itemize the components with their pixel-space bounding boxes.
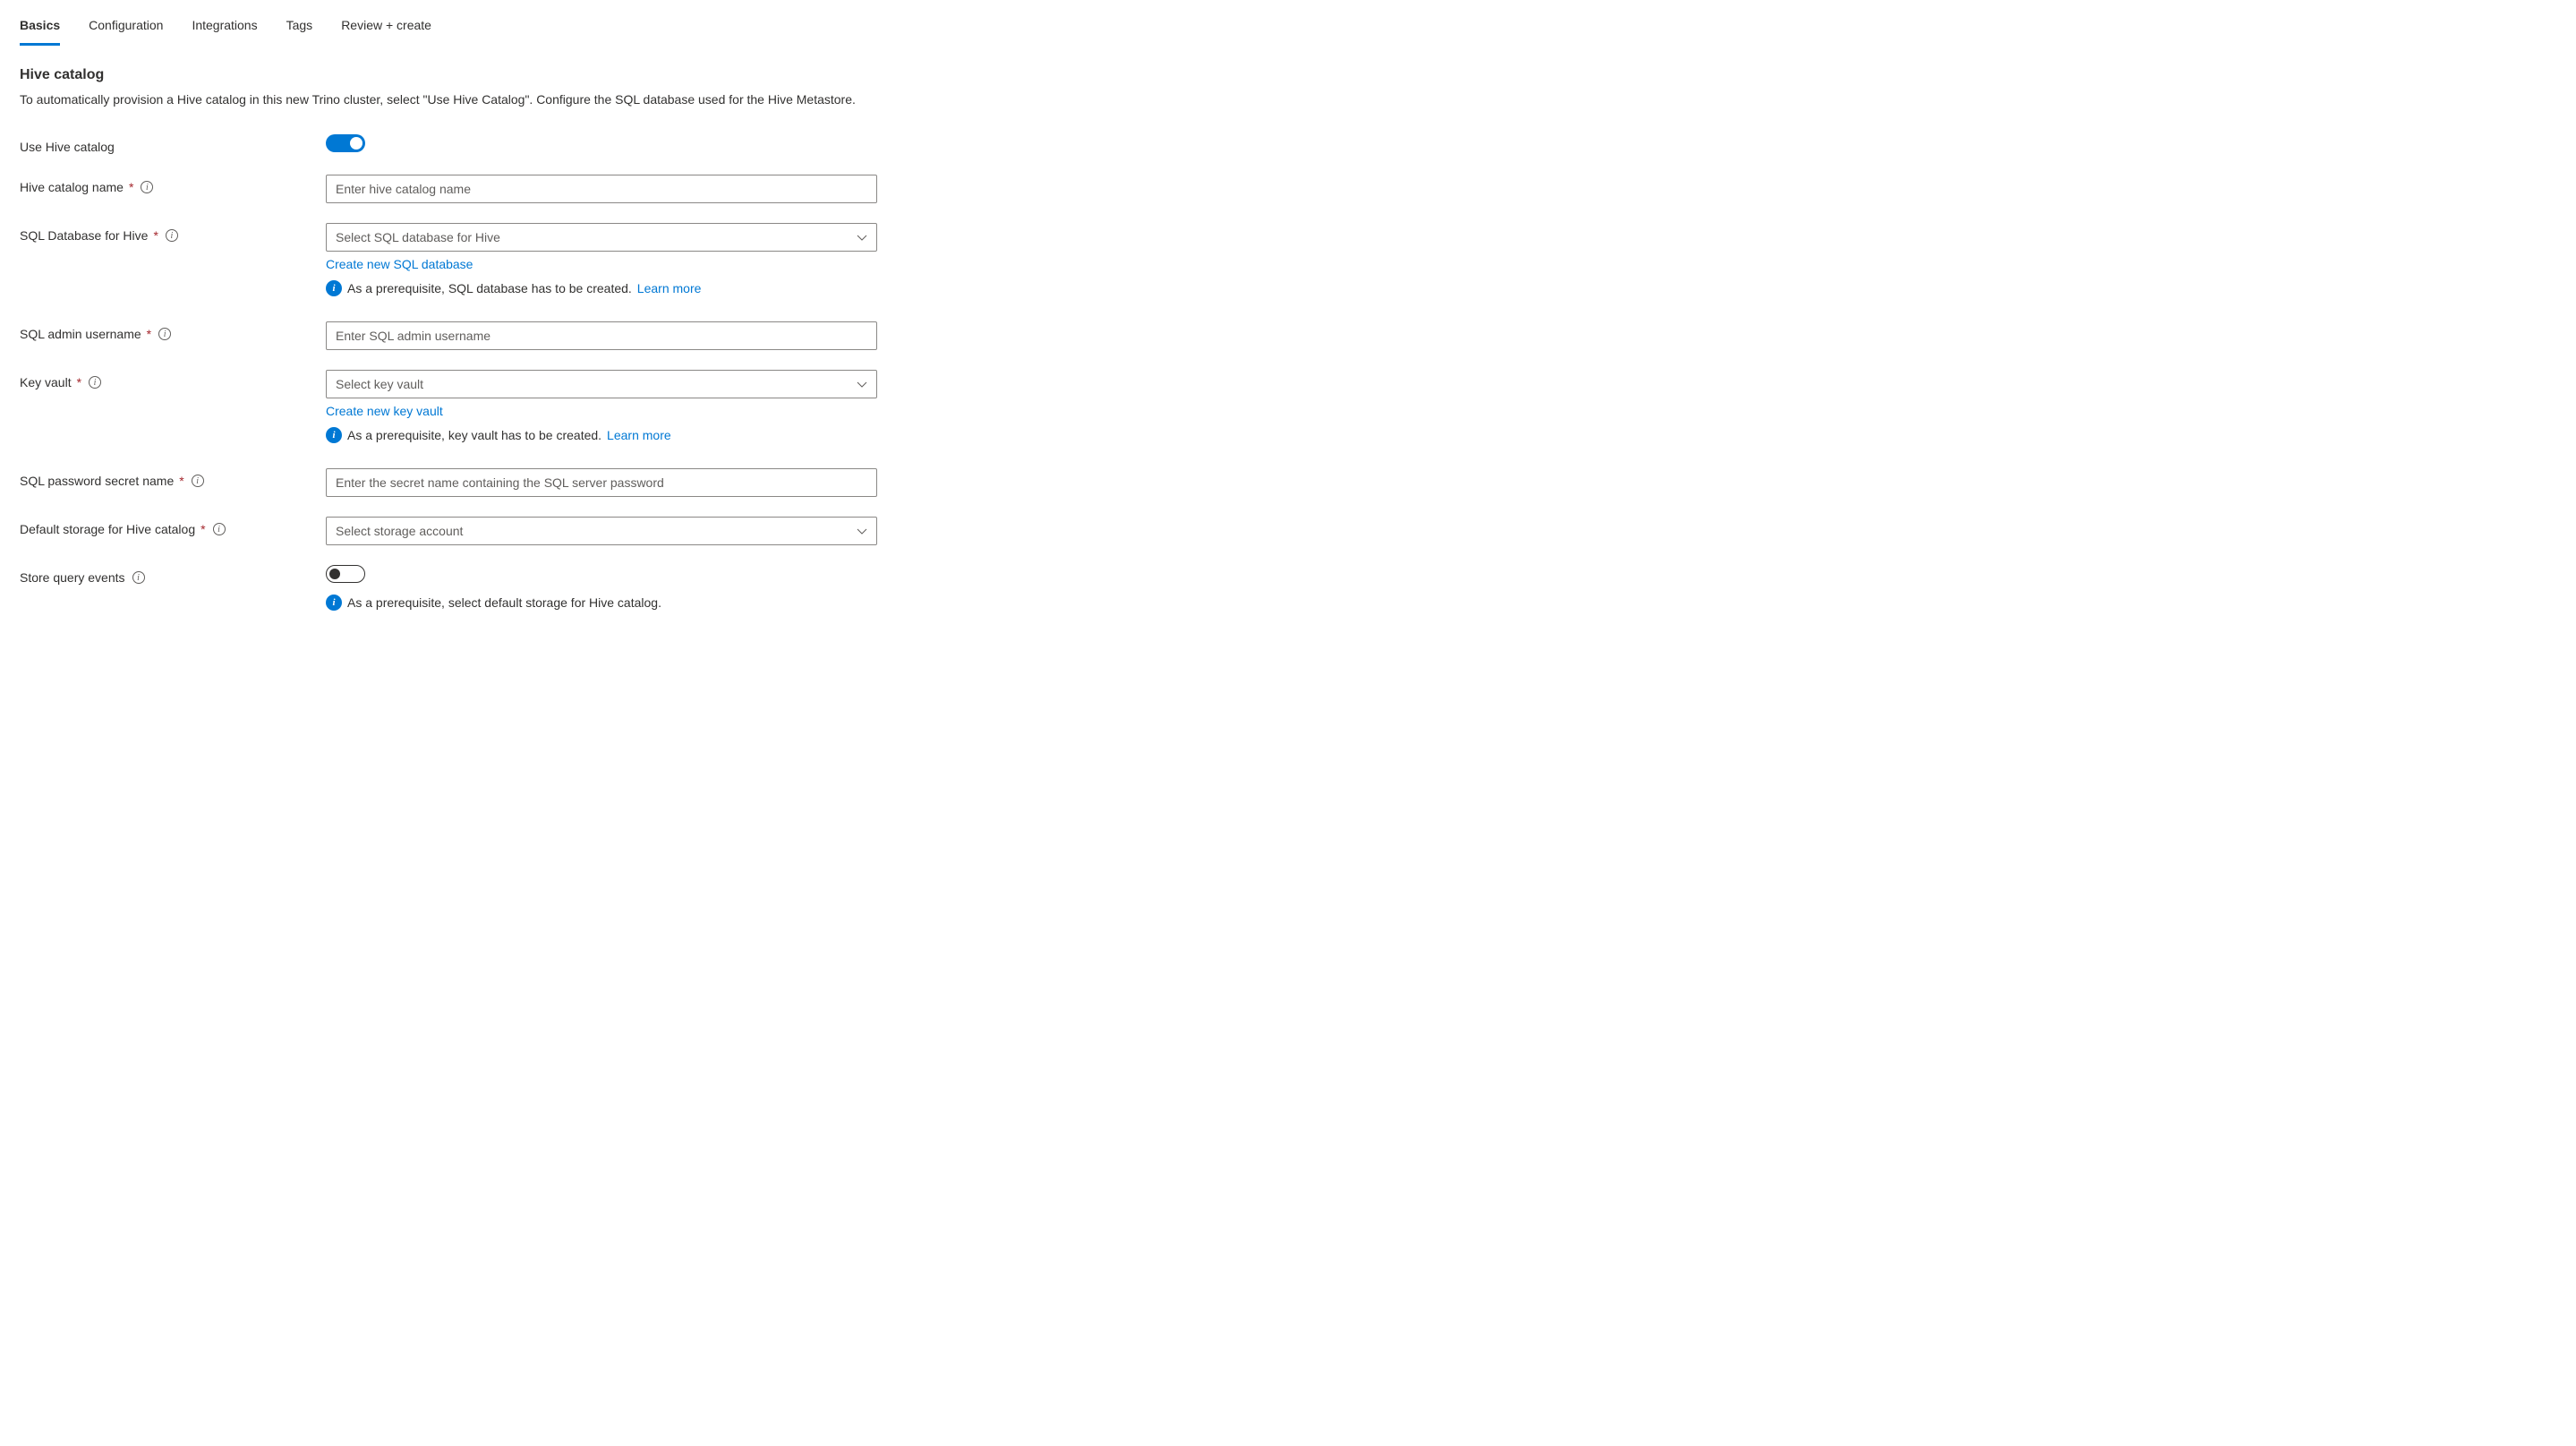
tab-integrations[interactable]: Integrations xyxy=(192,18,257,46)
default-storage-placeholder: Select storage account xyxy=(336,524,463,538)
required-marker: * xyxy=(200,522,205,536)
info-badge-icon: i xyxy=(326,427,342,443)
store-events-toggle[interactable] xyxy=(326,565,365,583)
section-title: Hive catalog xyxy=(20,67,2556,83)
kv-prereq-note: As a prerequisite, key vault has to be c… xyxy=(347,428,601,442)
store-events-label-text: Store query events xyxy=(20,570,125,585)
toggle-knob xyxy=(350,137,363,150)
secret-name-label: SQL password secret name * i xyxy=(20,468,326,488)
section-description: To automatically provision a Hive catalo… xyxy=(20,90,861,109)
catalog-name-input[interactable] xyxy=(326,175,877,203)
tab-tags[interactable]: Tags xyxy=(286,18,313,46)
info-icon[interactable]: i xyxy=(192,475,204,487)
info-badge-icon: i xyxy=(326,595,342,611)
create-key-vault-link[interactable]: Create new key vault xyxy=(326,404,443,418)
key-vault-select[interactable]: Select key vault xyxy=(326,370,877,398)
sql-db-placeholder: Select SQL database for Hive xyxy=(336,230,500,244)
sql-db-label: SQL Database for Hive * i xyxy=(20,223,326,243)
tab-configuration[interactable]: Configuration xyxy=(89,18,163,46)
create-sql-db-link[interactable]: Create new SQL database xyxy=(326,257,473,271)
kv-learn-more-link[interactable]: Learn more xyxy=(607,428,671,442)
required-marker: * xyxy=(77,375,81,389)
catalog-name-label-text: Hive catalog name xyxy=(20,180,124,194)
info-icon[interactable]: i xyxy=(158,328,171,340)
store-events-label: Store query events i xyxy=(20,565,326,585)
use-hive-label-text: Use Hive catalog xyxy=(20,140,115,154)
key-vault-label-text: Key vault xyxy=(20,375,72,389)
default-storage-label-text: Default storage for Hive catalog xyxy=(20,522,195,536)
info-icon[interactable]: i xyxy=(89,376,101,389)
info-icon[interactable]: i xyxy=(132,571,145,584)
use-hive-toggle[interactable] xyxy=(326,134,365,152)
use-hive-label: Use Hive catalog xyxy=(20,134,326,154)
sql-learn-more-link[interactable]: Learn more xyxy=(637,281,702,295)
secret-name-input[interactable] xyxy=(326,468,877,497)
chevron-down-icon xyxy=(857,379,867,389)
sql-db-label-text: SQL Database for Hive xyxy=(20,228,148,243)
chevron-down-icon xyxy=(857,232,867,243)
chevron-down-icon xyxy=(857,526,867,536)
required-marker: * xyxy=(129,180,133,194)
toggle-knob xyxy=(329,569,340,579)
tab-basics[interactable]: Basics xyxy=(20,18,60,46)
info-icon[interactable]: i xyxy=(213,523,226,535)
sql-admin-input[interactable] xyxy=(326,321,877,350)
tab-review-create[interactable]: Review + create xyxy=(341,18,431,46)
storage-prereq-note: As a prerequisite, select default storag… xyxy=(347,595,661,610)
sql-prereq-note: As a prerequisite, SQL database has to b… xyxy=(347,281,632,295)
info-badge-icon: i xyxy=(326,280,342,296)
default-storage-select[interactable]: Select storage account xyxy=(326,517,877,545)
info-icon[interactable]: i xyxy=(141,181,153,193)
sql-admin-label: SQL admin username * i xyxy=(20,321,326,341)
sql-db-select[interactable]: Select SQL database for Hive xyxy=(326,223,877,252)
required-marker: * xyxy=(153,228,158,243)
tab-bar: Basics Configuration Integrations Tags R… xyxy=(20,18,2556,46)
required-marker: * xyxy=(147,327,151,341)
secret-name-label-text: SQL password secret name xyxy=(20,474,174,488)
key-vault-placeholder: Select key vault xyxy=(336,377,423,391)
sql-admin-label-text: SQL admin username xyxy=(20,327,141,341)
key-vault-label: Key vault * i xyxy=(20,370,326,389)
default-storage-label: Default storage for Hive catalog * i xyxy=(20,517,326,536)
catalog-name-label: Hive catalog name * i xyxy=(20,175,326,194)
info-icon[interactable]: i xyxy=(166,229,178,242)
required-marker: * xyxy=(179,474,183,488)
